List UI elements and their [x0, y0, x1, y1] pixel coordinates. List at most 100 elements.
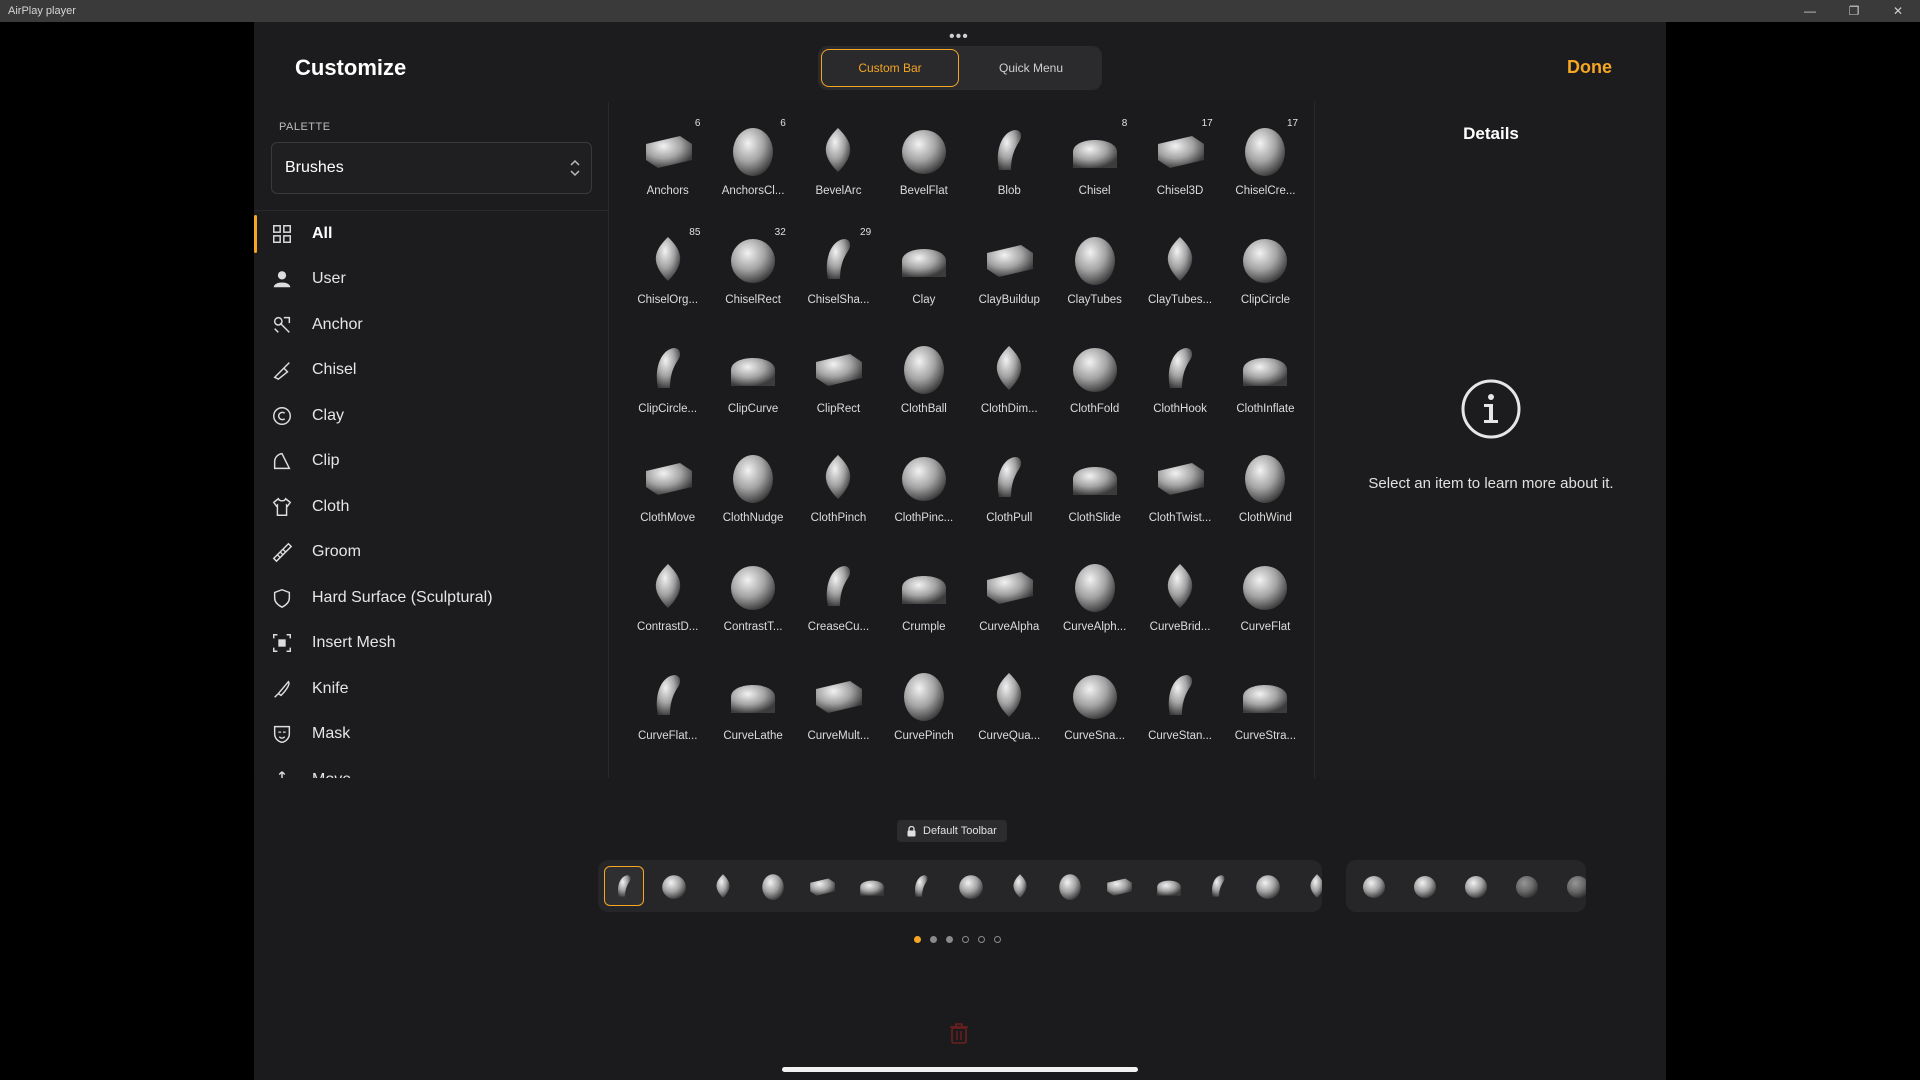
- brush-item[interactable]: ClipCircle: [1223, 227, 1308, 336]
- brush-item[interactable]: CreaseCu...: [796, 554, 881, 663]
- toolbar-slot[interactable]: [604, 866, 644, 906]
- brush-item[interactable]: ClothMove: [625, 445, 710, 554]
- brush-item[interactable]: ClothPinch: [796, 445, 881, 554]
- restore-icon[interactable]: ❐: [1832, 0, 1876, 22]
- category-item-mask[interactable]: Mask: [254, 712, 608, 758]
- brush-item[interactable]: BevelFlat: [881, 118, 966, 227]
- minimize-icon[interactable]: —: [1788, 0, 1832, 22]
- brush-item[interactable]: ContrastT...: [710, 554, 795, 663]
- brush-item[interactable]: ClayTubes: [1052, 227, 1137, 336]
- category-item-all[interactable]: All: [254, 211, 608, 257]
- page-dot[interactable]: [914, 936, 921, 943]
- brush-item[interactable]: ChiselCre... 17: [1223, 118, 1308, 227]
- page-dot[interactable]: [994, 936, 1001, 943]
- brush-item[interactable]: Blob: [967, 118, 1052, 227]
- page-dot[interactable]: [930, 936, 937, 943]
- brush-item[interactable]: CurveFlat: [1223, 554, 1308, 663]
- category-item-clip[interactable]: Clip: [254, 439, 608, 485]
- category-item-anchor[interactable]: Anchor: [254, 302, 608, 348]
- brush-item[interactable]: BevelArc: [796, 118, 881, 227]
- category-item-user[interactable]: User: [254, 257, 608, 303]
- brush-item[interactable]: ClayTubes...: [1137, 227, 1222, 336]
- brush-item[interactable]: CurveSna...: [1052, 663, 1137, 772]
- tab-custom-bar[interactable]: Custom Bar: [821, 49, 959, 87]
- page-indicator[interactable]: [914, 936, 1001, 943]
- brush-item[interactable]: ClothFold: [1052, 336, 1137, 445]
- toolbar-slot[interactable]: [1563, 871, 1586, 901]
- toolbar-slot[interactable]: [753, 866, 793, 906]
- brush-item[interactable]: CurveQua...: [967, 663, 1052, 772]
- close-icon[interactable]: ✕: [1876, 0, 1920, 22]
- brush-item[interactable]: Crumple: [881, 554, 966, 663]
- brush-item[interactable]: ClothWind: [1223, 445, 1308, 554]
- brush-item[interactable]: ClayBuildup: [967, 227, 1052, 336]
- toolbar-slot[interactable]: [852, 866, 892, 906]
- brush-item[interactable]: ChiselOrg... 85: [625, 227, 710, 336]
- toolbar-slot[interactable]: [1297, 866, 1322, 906]
- brush-item[interactable]: CurveAlph...: [1052, 554, 1137, 663]
- toolbar-slot[interactable]: [1099, 866, 1139, 906]
- brush-item[interactable]: CurveAlpha: [967, 554, 1052, 663]
- toolbar-slot[interactable]: [1248, 866, 1288, 906]
- toolbar-slot[interactable]: [1461, 871, 1491, 901]
- brush-item[interactable]: AnchorsCl... 6: [710, 118, 795, 227]
- brush-item[interactable]: CurveStra...: [1223, 663, 1308, 772]
- more-dots-icon[interactable]: •••: [949, 28, 969, 46]
- brush-item[interactable]: Clay: [881, 227, 966, 336]
- page-dot[interactable]: [946, 936, 953, 943]
- brush-item[interactable]: ClothPull: [967, 445, 1052, 554]
- home-indicator[interactable]: [782, 1067, 1138, 1072]
- toolbar-slot[interactable]: [951, 866, 991, 906]
- brush-item[interactable]: ClipRect: [796, 336, 881, 445]
- brush-item[interactable]: CurvePinch: [881, 663, 966, 772]
- category-item-move[interactable]: Move: [254, 757, 608, 778]
- category-item-cloth[interactable]: Cloth: [254, 484, 608, 530]
- category-item-clay[interactable]: Clay: [254, 393, 608, 439]
- brush-item[interactable]: CurveStan...: [1137, 663, 1222, 772]
- toolbar-slot[interactable]: [1000, 866, 1040, 906]
- tab-quick-menu[interactable]: Quick Menu: [963, 49, 1099, 87]
- toolbar-slot[interactable]: [654, 866, 694, 906]
- brush-item[interactable]: ClipCircle...: [625, 336, 710, 445]
- brush-item[interactable]: ClothHook: [1137, 336, 1222, 445]
- category-item-knife[interactable]: Knife: [254, 666, 608, 712]
- palette-select[interactable]: Brushes: [271, 142, 592, 194]
- brush-item[interactable]: ChiselSha... 29: [796, 227, 881, 336]
- brush-item[interactable]: Chisel3D 17: [1137, 118, 1222, 227]
- brush-item[interactable]: ClothTwist...: [1137, 445, 1222, 554]
- brush-item[interactable]: ClothBall: [881, 336, 966, 445]
- toolbar-slot[interactable]: [1198, 866, 1238, 906]
- toolbar-slot[interactable]: [1512, 871, 1542, 901]
- toolbar-slot[interactable]: [703, 866, 743, 906]
- brush-item[interactable]: ClothInflate: [1223, 336, 1308, 445]
- brush-item[interactable]: ContrastD...: [625, 554, 710, 663]
- toolbar-slot[interactable]: [1149, 866, 1189, 906]
- toolbar-slot[interactable]: [901, 866, 941, 906]
- toolbar-slot[interactable]: [802, 866, 842, 906]
- category-item-chisel[interactable]: Chisel: [254, 348, 608, 394]
- done-button[interactable]: Done: [1567, 57, 1612, 78]
- page-dot[interactable]: [978, 936, 985, 943]
- toolbar-slot[interactable]: [1410, 871, 1440, 901]
- toolbar-slot[interactable]: [1359, 871, 1389, 901]
- category-item-insert-mesh[interactable]: Insert Mesh: [254, 621, 608, 667]
- brush-item[interactable]: CurveMult...: [796, 663, 881, 772]
- brush-item[interactable]: ClothSlide: [1052, 445, 1137, 554]
- brush-item[interactable]: ChiselRect 32: [710, 227, 795, 336]
- brush-item[interactable]: Anchors 6: [625, 118, 710, 227]
- page-dot[interactable]: [962, 936, 969, 943]
- brush-item[interactable]: CurveLathe: [710, 663, 795, 772]
- brush-item[interactable]: Chisel 8: [1052, 118, 1137, 227]
- brush-item[interactable]: CurveFlat...: [625, 663, 710, 772]
- default-toolbar-badge[interactable]: Default Toolbar: [897, 820, 1007, 842]
- brush-name: ClothSlide: [1068, 512, 1121, 524]
- brush-item[interactable]: ClothDim...: [967, 336, 1052, 445]
- category-item-hard-surface-sculptural[interactable]: Hard Surface (Sculptural): [254, 575, 608, 621]
- brush-item[interactable]: CurveBrid...: [1137, 554, 1222, 663]
- brush-item[interactable]: ClipCurve: [710, 336, 795, 445]
- category-item-groom[interactable]: Groom: [254, 530, 608, 576]
- toolbar-slot[interactable]: [1050, 866, 1090, 906]
- trash-icon[interactable]: [949, 1022, 969, 1044]
- brush-item[interactable]: ClothNudge: [710, 445, 795, 554]
- brush-item[interactable]: ClothPinc...: [881, 445, 966, 554]
